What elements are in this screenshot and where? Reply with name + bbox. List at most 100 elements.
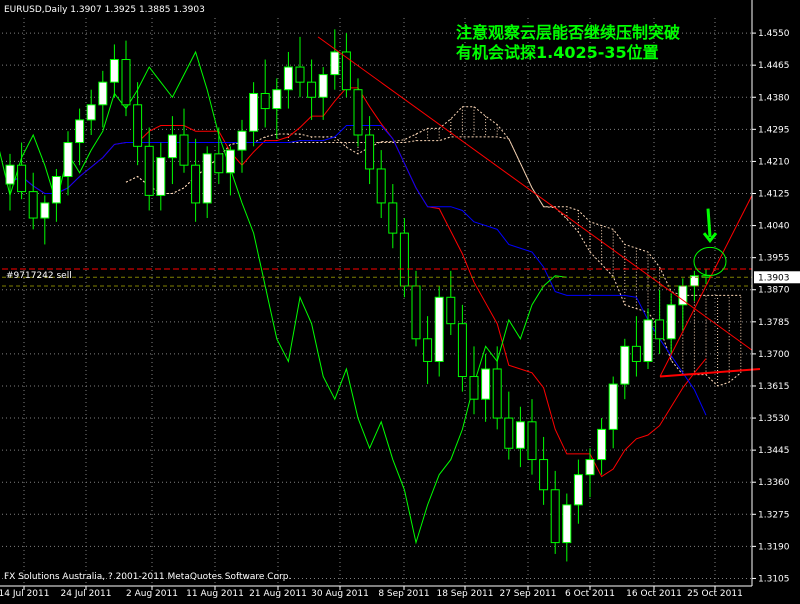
bear-candle [214, 153, 224, 174]
focus-circle [693, 246, 727, 276]
bear-candle [492, 368, 502, 419]
y-tick-label: 1.4550 [758, 29, 790, 39]
x-tick-label: 30 Aug 2011 [311, 589, 369, 599]
x-tick-label: 18 Sep 2011 [436, 589, 493, 599]
bear-candle [527, 421, 537, 461]
bear-candle [295, 66, 305, 83]
x-tick-label: 2 Aug 2011 [126, 589, 178, 599]
y-tick-label: 1.3445 [758, 446, 790, 456]
x-tick-label: 27 Sep 2011 [499, 589, 556, 599]
y-tick-label: 1.3360 [758, 478, 790, 488]
bear-candle [17, 164, 27, 193]
bear-candle [446, 296, 456, 325]
bull-candle [666, 304, 676, 340]
bear-candle [539, 459, 549, 491]
bear-candle [457, 323, 467, 378]
bear-candle [365, 134, 375, 170]
bear-candle [28, 191, 38, 219]
bear-candle [388, 202, 398, 234]
bull-candle [51, 176, 61, 204]
bull-candle [620, 345, 630, 385]
bull-candle [585, 459, 595, 476]
bear-candle [411, 285, 421, 340]
x-tick-label: 16 Oct 2011 [626, 589, 682, 599]
bull-candle [225, 149, 235, 174]
annotation-line-2: 有机会试探1.4025-35位置 [456, 43, 659, 62]
bull-candle [249, 92, 259, 132]
y-tick-label: 1.4125 [758, 189, 790, 199]
bear-candle [353, 89, 363, 136]
bull-candle [283, 66, 293, 91]
y-tick-label: 1.3275 [758, 510, 790, 520]
x-tick-label: 8 Sep 2011 [378, 589, 429, 599]
bull-candle [86, 104, 96, 121]
bear-candle [121, 59, 131, 106]
y-tick-label: 1.4465 [758, 61, 790, 71]
y-tick-label: 1.3105 [758, 574, 790, 584]
x-tick-label: 25 Oct 2011 [687, 589, 743, 599]
bear-candle [504, 417, 514, 449]
bear-candle [631, 345, 641, 362]
bear-candle [550, 489, 560, 544]
x-tick-label: 14 Jul 2011 [0, 589, 49, 599]
bear-candle [423, 338, 433, 362]
bull-candle [167, 134, 177, 159]
bull-candle [597, 428, 607, 461]
bull-candle [515, 421, 525, 449]
bull-candle [562, 504, 572, 544]
down-arrow-icon [702, 208, 718, 244]
footer-copyright: FX Solutions Australia, ? 2001-2011 Meta… [4, 572, 291, 582]
bear-candle [133, 104, 143, 147]
y-tick-label: 1.3870 [758, 286, 790, 296]
chart-area: 1.4550 1.4465 1.4380 1.4295 1.4210 1.4125 1.40… [0, 0, 800, 600]
grid [2, 18, 752, 586]
bear-candle [399, 232, 409, 287]
bull-candle [98, 81, 108, 106]
bull-candle [156, 157, 166, 196]
y-tick-label: 1.4210 [758, 157, 790, 167]
bull-candle [63, 142, 73, 178]
indicator-lines [0, 50, 707, 545]
x-tick-label: 21 Aug 2011 [249, 589, 307, 599]
y-tick-label: 1.3190 [758, 542, 790, 552]
bull-candle [40, 202, 50, 219]
bear-candle [191, 164, 201, 204]
bull-candle [202, 153, 212, 204]
bull-candle [573, 474, 583, 506]
x-tick-label: 24 Jul 2011 [61, 589, 112, 599]
symbol-header: EURUSD,Daily 1.3907 1.3925 1.3885 1.3903 [4, 5, 205, 15]
bull-candle [330, 51, 340, 76]
bull-candle [434, 296, 444, 362]
bear-candle [179, 134, 189, 166]
bull-candle [75, 119, 85, 144]
bull-candle [237, 130, 247, 151]
bear-candle [376, 168, 386, 204]
bull-candle [318, 74, 328, 98]
bear-candle [655, 319, 665, 340]
y-tick-label: 1.4380 [758, 93, 790, 103]
bull-candle [643, 319, 653, 362]
kijun-line [9, 125, 707, 416]
y-tick-label: 1.3955 [758, 254, 790, 264]
annotation-line-1: 注意观察云层能否继续压制突破 [456, 23, 680, 42]
y-tick-label: 1.3530 [758, 414, 790, 424]
y-tick-label: 1.4295 [758, 125, 790, 135]
x-tick-label: 6 Oct 2011 [565, 589, 615, 599]
support-line [659, 367, 761, 378]
y-tick-label: 1.3615 [758, 382, 790, 392]
y-tick-label: 1.3785 [758, 318, 790, 328]
bull-candle [272, 89, 282, 110]
x-tick-label: 11 Aug 2011 [186, 589, 244, 599]
bull-candle [481, 368, 491, 400]
bear-candle [144, 145, 154, 196]
y-tick-label: 1.4040 [758, 222, 790, 232]
y-tick-label: 1.3700 [758, 350, 790, 360]
price-chart: 1.4550 1.4465 1.4380 1.4295 1.4210 1.4125 1.40… [0, 0, 800, 599]
chikou-line [0, 50, 567, 545]
bear-candle [260, 92, 270, 110]
order-label: #9717242 sell [6, 271, 72, 281]
bull-candle [5, 164, 15, 185]
bull-candle [608, 383, 618, 430]
bull-candle [109, 59, 119, 83]
bear-candle [307, 81, 317, 98]
